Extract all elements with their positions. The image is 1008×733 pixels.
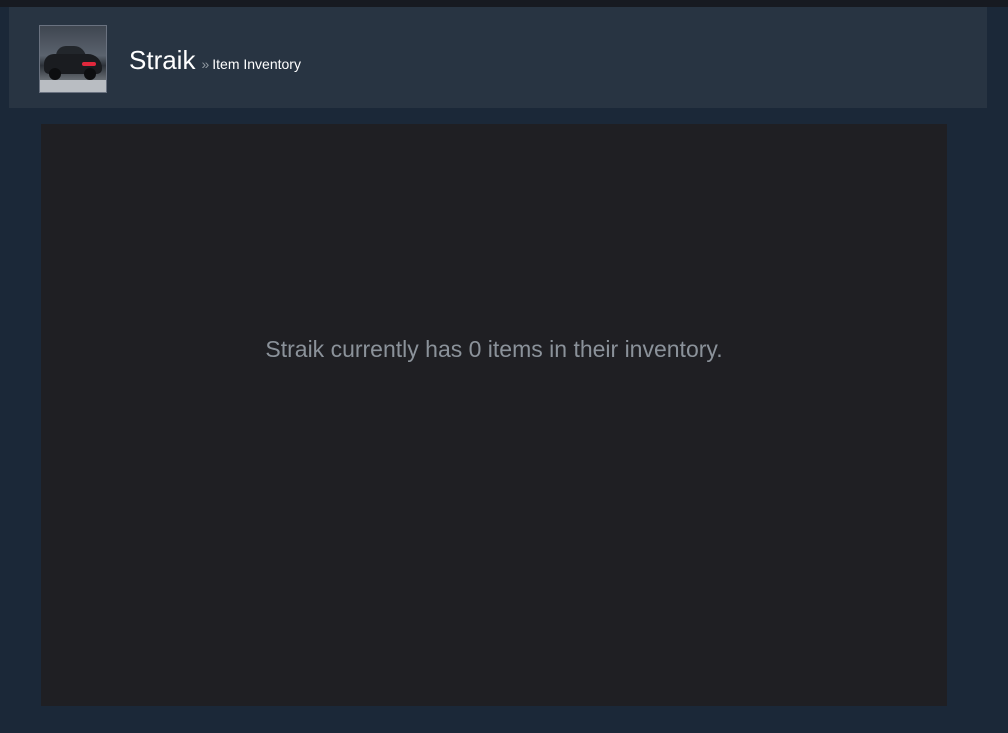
top-strip [0, 0, 1008, 7]
profile-header: Straik » Item Inventory [9, 7, 987, 108]
empty-inventory-message: Straik currently has 0 items in their in… [265, 336, 723, 362]
inventory-panel: Straik currently has 0 items in their in… [41, 124, 947, 706]
avatar[interactable] [39, 25, 107, 93]
page-title: Straik » Item Inventory [129, 45, 301, 76]
breadcrumb-subpage: Item Inventory [212, 56, 301, 72]
profile-username-link[interactable]: Straik [129, 45, 195, 75]
breadcrumb-separator: » [201, 56, 210, 72]
